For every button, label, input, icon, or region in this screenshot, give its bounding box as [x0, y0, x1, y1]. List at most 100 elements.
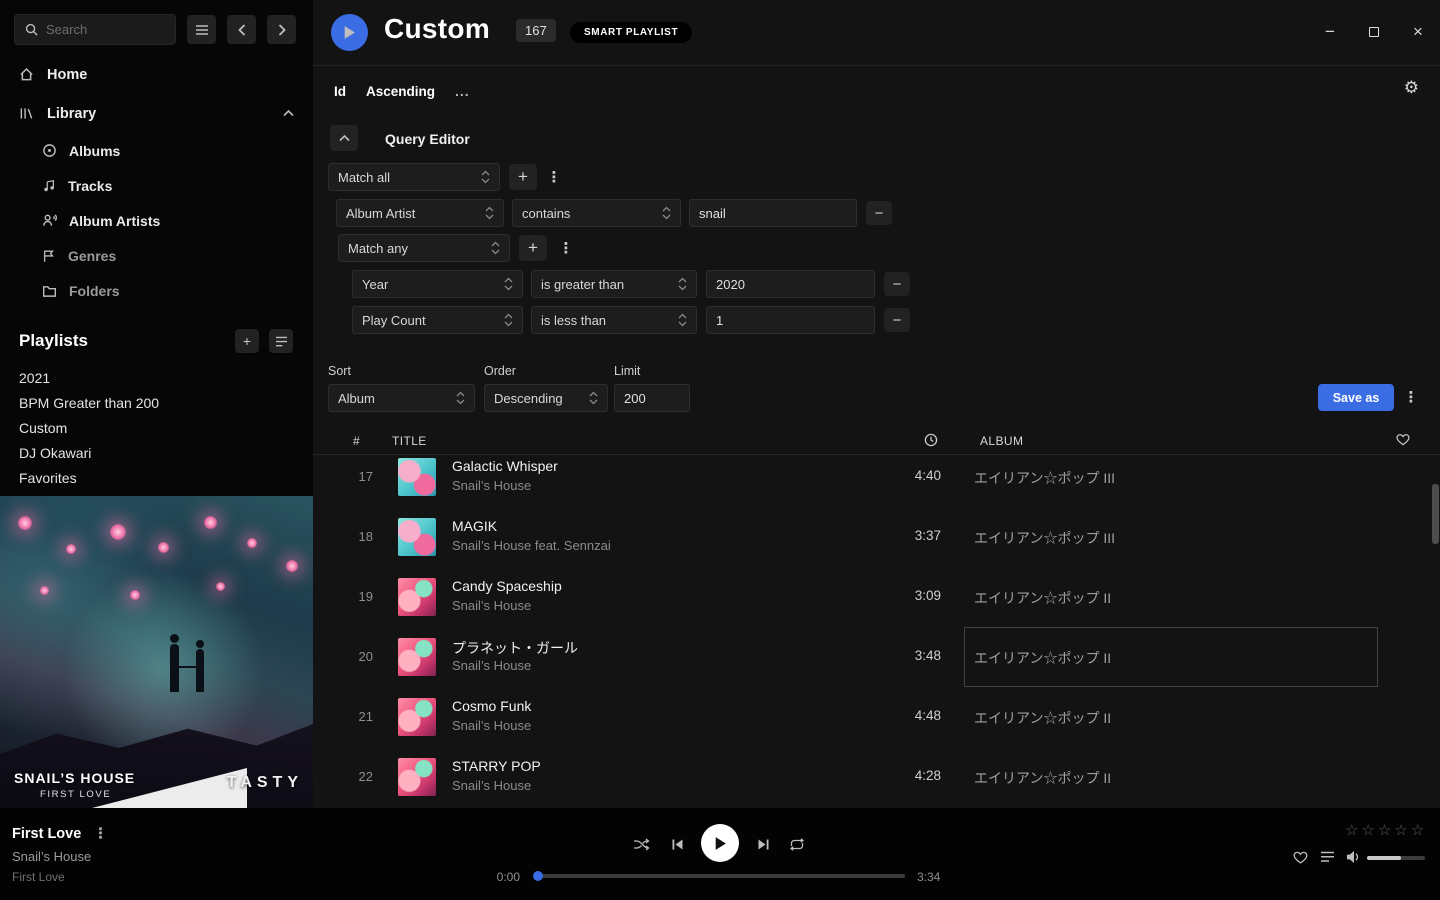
sidebar-item-folders[interactable]: Folders: [0, 273, 313, 308]
column-header-index[interactable]: #: [353, 434, 360, 448]
sort-field-control[interactable]: Id: [334, 84, 346, 99]
sidebar-item-albums[interactable]: Albums: [0, 133, 313, 168]
nav-back-button[interactable]: [227, 15, 256, 44]
star-icon[interactable]: ☆: [1394, 821, 1407, 839]
chevrons-updown-icon: [589, 391, 598, 405]
chevron-up-icon[interactable]: [283, 110, 294, 117]
settings-button[interactable]: ⚙: [1404, 78, 1419, 98]
sidebar-item-genres[interactable]: Genres: [0, 238, 313, 273]
track-menu-icon[interactable]: ⋮: [93, 826, 108, 842]
sidebar-item-tracks[interactable]: Tracks: [0, 168, 313, 203]
favorite-button[interactable]: [1289, 846, 1311, 868]
scrollbar-thumb[interactable]: [1432, 484, 1439, 544]
star-icon[interactable]: ☆: [1411, 821, 1424, 839]
favorite-column-icon[interactable]: [1396, 433, 1410, 451]
sidebar-item-album-artists[interactable]: Album Artists: [0, 203, 313, 238]
remove-rule-button[interactable]: −: [866, 201, 892, 225]
save-as-button[interactable]: Save as: [1318, 384, 1394, 411]
play-playlist-button[interactable]: [331, 14, 368, 51]
play-pause-button[interactable]: [701, 824, 739, 862]
chevron-right-icon: [278, 24, 286, 36]
playlist-item-custom[interactable]: Custom: [0, 415, 313, 440]
playlist-item-2021[interactable]: 2021: [0, 365, 313, 390]
track-row[interactable]: 17 Galactic Whisper Snail’s House 4:40 エ…: [313, 456, 1440, 507]
rule-value-input[interactable]: [689, 199, 857, 227]
maximize-button[interactable]: [1362, 20, 1386, 44]
queue-button[interactable]: [1316, 846, 1338, 868]
star-icon[interactable]: ☆: [1378, 821, 1391, 839]
track-artist: Snail’s House: [452, 718, 531, 733]
seek-bar[interactable]: [535, 874, 905, 878]
main-panel: Custom 167 SMART PLAYLIST − × Id Ascendi…: [313, 0, 1440, 808]
nav-forward-button[interactable]: [267, 15, 296, 44]
rule-operator-select[interactable]: contains: [512, 199, 681, 227]
column-header-album[interactable]: ALBUM: [980, 434, 1023, 448]
order-select[interactable]: Descending: [484, 384, 608, 412]
manage-playlists-button[interactable]: [269, 329, 293, 353]
star-icon[interactable]: ☆: [1361, 821, 1374, 839]
volume-button[interactable]: [1343, 846, 1365, 868]
match-all-select[interactable]: Match all: [328, 163, 500, 191]
now-playing-album[interactable]: First Love: [12, 870, 65, 884]
rule-operator-select[interactable]: is greater than: [531, 270, 697, 298]
group-menu-button[interactable]: ⋮: [558, 235, 574, 261]
close-button[interactable]: ×: [1406, 20, 1430, 44]
rule-field-select[interactable]: Play Count: [352, 306, 523, 334]
albums-label: Albums: [69, 143, 120, 159]
star-icon[interactable]: ☆: [1345, 821, 1358, 839]
volume-slider[interactable]: [1367, 856, 1425, 860]
rule-operator-value: is less than: [541, 313, 672, 328]
rule-field-select[interactable]: Album Artist: [336, 199, 504, 227]
minimize-button[interactable]: −: [1318, 20, 1342, 44]
query-editor-collapse-button[interactable]: [330, 125, 358, 151]
track-row[interactable]: 21 Cosmo Funk Snail’s House 4:48 エイリアン☆ポ…: [313, 687, 1440, 747]
remove-rule-button[interactable]: −: [884, 272, 910, 296]
track-row[interactable]: 19 Candy Spaceship Snail’s House 3:09 エイ…: [313, 567, 1440, 627]
track-number: 22: [341, 769, 373, 784]
track-album: エイリアン☆ポップ III: [974, 528, 1115, 548]
column-header-title[interactable]: TITLE: [392, 434, 427, 448]
order-value: Descending: [494, 391, 583, 406]
rule-operator-select[interactable]: is less than: [531, 306, 697, 334]
sidebar-item-library[interactable]: Library: [0, 94, 313, 133]
duration-column-icon[interactable]: [924, 433, 938, 452]
now-playing-artist[interactable]: Snail’s House: [12, 849, 91, 864]
rule-value-input[interactable]: [706, 270, 875, 298]
track-row[interactable]: 20 プラネット・ガール Snail’s House 3:48 エイリアン☆ポッ…: [313, 627, 1440, 687]
track-row[interactable]: 18 MAGIK Snail’s House feat. Sennzai 3:3…: [313, 507, 1440, 567]
playlist-item-bpm[interactable]: BPM Greater than 200: [0, 390, 313, 415]
rule-value-input[interactable]: [706, 306, 875, 334]
track-row[interactable]: 22 STARRY POP Snail’s House 4:28 エイリアン☆ポ…: [313, 747, 1440, 807]
library-icon: [19, 106, 34, 121]
playlist-item-favorites[interactable]: Favorites: [0, 465, 313, 490]
add-rule-button[interactable]: +: [519, 235, 547, 261]
shuffle-button[interactable]: [629, 832, 653, 856]
sort-direction-control[interactable]: Ascending: [366, 84, 435, 99]
remove-rule-button[interactable]: −: [884, 308, 910, 332]
previous-button[interactable]: [665, 832, 689, 856]
rule-field-select[interactable]: Year: [352, 270, 523, 298]
more-options-icon[interactable]: ...: [455, 83, 470, 99]
seek-handle[interactable]: [533, 871, 543, 881]
match-any-select[interactable]: Match any: [338, 234, 510, 262]
track-album: エイリアン☆ポップ II: [974, 648, 1111, 668]
search-input[interactable]: [46, 22, 165, 37]
add-playlist-button[interactable]: +: [235, 329, 259, 353]
chevrons-updown-icon: [481, 170, 490, 184]
playlist-item-dj-okawari[interactable]: DJ Okawari: [0, 440, 313, 465]
menu-button[interactable]: [187, 15, 216, 44]
repeat-button[interactable]: [785, 832, 809, 856]
sidebar-item-home[interactable]: Home: [0, 55, 313, 94]
sort-select[interactable]: Album: [328, 384, 475, 412]
track-artwork-thumbnail: [398, 518, 436, 556]
save-menu-button[interactable]: ⋮: [1403, 384, 1419, 410]
next-button[interactable]: [751, 832, 775, 856]
search-box[interactable]: [14, 14, 176, 45]
limit-input[interactable]: [614, 384, 690, 412]
track-count-badge: 167: [516, 19, 556, 42]
group-menu-button[interactable]: ⋮: [546, 164, 562, 190]
artwork-lantern: [216, 582, 225, 591]
previous-icon: [671, 838, 684, 851]
order-label: Order: [484, 364, 516, 378]
add-rule-button[interactable]: +: [509, 164, 537, 190]
